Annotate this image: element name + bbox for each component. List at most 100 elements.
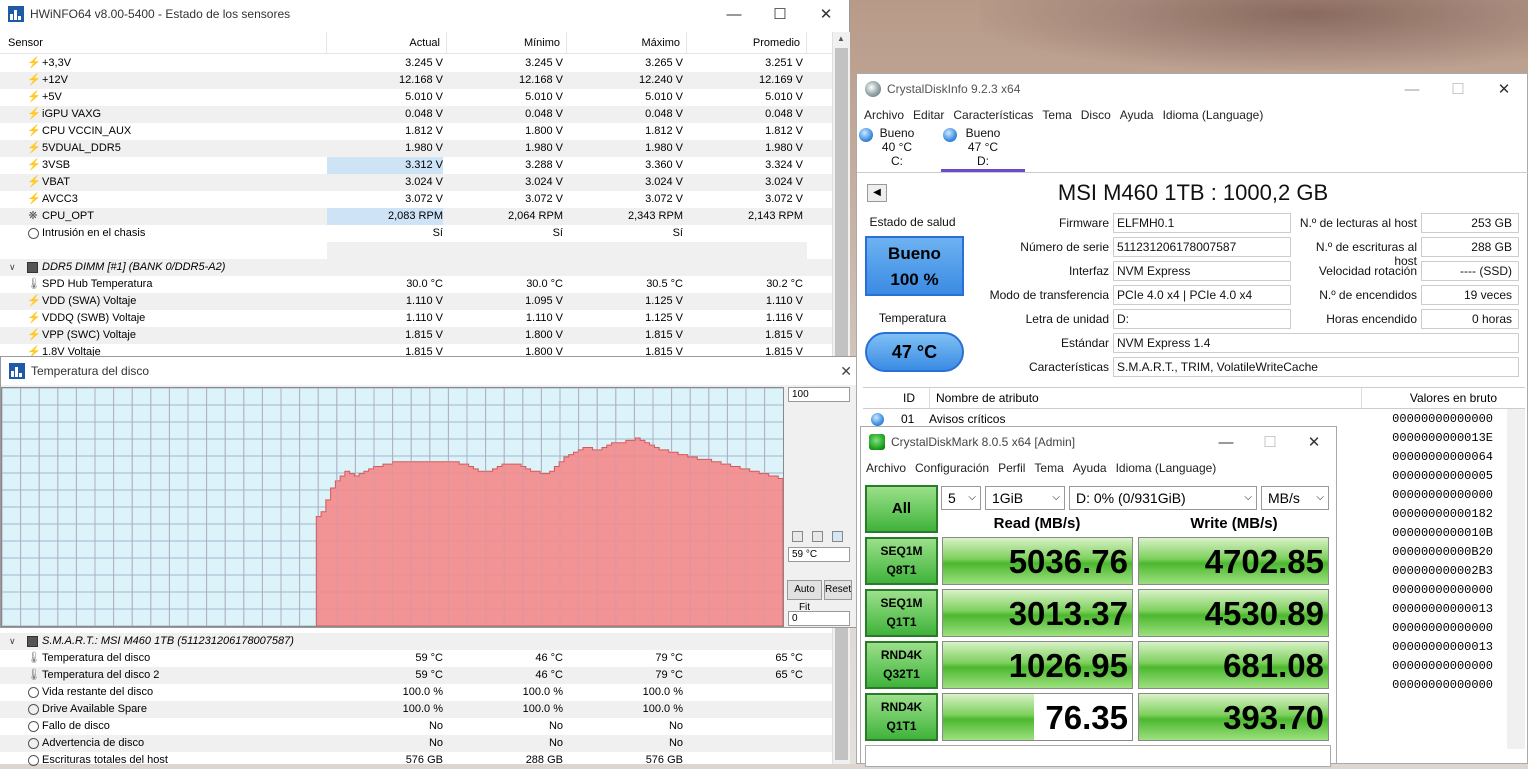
- minimize-button[interactable]: —: [1204, 428, 1248, 456]
- attr-scrollbar[interactable]: [1507, 409, 1525, 749]
- health-dot-icon: [871, 413, 884, 426]
- sensor-row[interactable]: 🌡 Temperatura del disco 59 °C 46 °C 79 °C 65 …: [0, 650, 832, 667]
- sensor-row[interactable]: Intrusión en el chasis Sí Sí Sí: [0, 225, 832, 242]
- graph-min-field[interactable]: 0: [788, 611, 850, 626]
- test-queue: Q1T1: [886, 719, 917, 733]
- group-row-smart[interactable]: ∨ S.M.A.R.T.: MSI M460 1TB (511231206178…: [0, 633, 832, 650]
- test-size-select[interactable]: 1GiB ⌵: [985, 486, 1065, 510]
- menu-item[interactable]: Tema: [1042, 108, 1071, 122]
- sensor-row[interactable]: ⚡ VDD (SWA) Voltaje 1.110 V 1.095 V 1.125 V 1…: [0, 293, 832, 310]
- maximize-button[interactable]: ☐: [1435, 75, 1481, 103]
- column-header-max[interactable]: Máximo: [567, 32, 687, 54]
- sensor-name: VBAT: [42, 176, 70, 188]
- sensor-row[interactable]: ⚡ 3VSB 3.312 V 3.288 V 3.360 V 3.324 V: [0, 157, 832, 174]
- column-header-current[interactable]: Actual: [327, 32, 447, 54]
- sensor-row[interactable]: ⚡ +3,3V 3.245 V 3.245 V 3.265 V 3.251 V: [0, 55, 832, 72]
- cdm-titlebar[interactable]: CrystalDiskMark 8.0.5 x64 [Admin] — ☐ ✕: [861, 427, 1336, 457]
- chevron-down-icon: ⌵: [968, 492, 976, 503]
- drive-tab-d[interactable]: Bueno 47 °C D:: [941, 126, 1025, 172]
- close-button[interactable]: ✕: [1292, 428, 1336, 456]
- unit-select[interactable]: MB/s ⌵: [1261, 486, 1329, 510]
- group-row-ddr5[interactable]: ∨ DDR5 DIMM [#1] (BANK 0/DDR5-A2): [0, 259, 832, 276]
- graph-max-field[interactable]: 100: [788, 387, 850, 402]
- temperature-badge: 47 °C: [865, 332, 964, 372]
- sensor-row[interactable]: ⚡ VBAT 3.024 V 3.024 V 3.024 V 3.024 V: [0, 174, 832, 191]
- test-button[interactable]: RND4K Q32T1: [865, 641, 938, 689]
- column-header-avg[interactable]: Promedio: [687, 32, 807, 54]
- sensor-row[interactable]: ❋ CPU_OPT 2,083 RPM 2,064 RPM 2,343 RPM 2,143…: [0, 208, 832, 225]
- close-icon[interactable]: ✕: [840, 363, 852, 380]
- read-value: 1026.95: [1008, 647, 1128, 684]
- menu-item[interactable]: Archivo: [864, 108, 904, 122]
- sensor-row[interactable]: Fallo de disco No No No: [0, 718, 832, 735]
- minimize-button[interactable]: —: [1389, 75, 1435, 103]
- menu-item[interactable]: Ayuda: [1120, 108, 1154, 122]
- info-value: 253 GB: [1421, 213, 1519, 233]
- sensor-avg: 3.251 V: [765, 57, 803, 69]
- column-header-min[interactable]: Mínimo: [447, 32, 567, 54]
- column-header-sensor[interactable]: Sensor: [0, 32, 327, 54]
- chevron-down-icon[interactable]: ∨: [9, 259, 16, 276]
- test-button[interactable]: SEQ1M Q8T1: [865, 537, 938, 585]
- sensor-row[interactable]: 🌡 SPD Hub Temperatura 30.0 °C 30.0 °C 30.5 °…: [0, 276, 832, 293]
- sensor-row[interactable]: ⚡ CPU VCCIN_AUX 1.812 V 1.800 V 1.812 V 1.812…: [0, 123, 832, 140]
- sensor-row[interactable]: ⚡ VPP (SWC) Voltaje 1.815 V 1.800 V 1.815 V 1…: [0, 327, 832, 344]
- menu-item[interactable]: Tema: [1034, 461, 1063, 475]
- sensor-current: 2,083 RPM: [327, 208, 443, 225]
- test-button[interactable]: RND4K Q1T1: [865, 693, 938, 741]
- close-button[interactable]: ✕: [803, 0, 849, 28]
- graph-option-checkbox-3[interactable]: [832, 531, 843, 542]
- sensor-row[interactable]: Vida restante del disco 100.0 % 100.0 % 100…: [0, 684, 832, 701]
- menu-item[interactable]: Archivo: [866, 461, 906, 475]
- hwinfo-titlebar[interactable]: HWiNFO64 v8.00-5400 - Estado de los sens…: [0, 0, 849, 28]
- maximize-button[interactable]: ☐: [1248, 428, 1292, 456]
- sensor-max: 3.360 V: [645, 159, 683, 171]
- graph-option-checkbox-1[interactable]: [792, 531, 803, 542]
- menu-item[interactable]: Configuración: [915, 461, 989, 475]
- test-button[interactable]: SEQ1M Q1T1: [865, 589, 938, 637]
- sensor-row[interactable]: Drive Available Spare 100.0 % 100.0 % 100.0…: [0, 701, 832, 718]
- chevron-down-icon[interactable]: ∨: [9, 633, 16, 650]
- graph-option-checkbox-2[interactable]: [812, 531, 823, 542]
- menu-item[interactable]: Perfil: [998, 461, 1025, 475]
- attr-col-id[interactable]: ID: [903, 388, 915, 408]
- menu-item[interactable]: Editar: [913, 108, 944, 122]
- sensor-name: +12V: [42, 74, 68, 86]
- sensor-name: CPU VCCIN_AUX: [42, 125, 132, 137]
- scroll-up-icon[interactable]: ▲: [837, 34, 845, 43]
- sensor-row[interactable]: ⚡ AVCC3 3.072 V 3.072 V 3.072 V 3.072 V: [0, 191, 832, 208]
- voltage-icon: ⚡: [27, 108, 41, 120]
- graph-side-panel: 100 59 °C Auto Fit Reset 0: [785, 387, 861, 627]
- run-all-button[interactable]: All: [865, 485, 938, 533]
- drive-tab-c[interactable]: Bueno 40 °C C:: [857, 126, 937, 172]
- attr-col-name[interactable]: Nombre de atributo: [929, 388, 1039, 408]
- sensor-row[interactable]: 🌡 Temperatura del disco 2 59 °C 46 °C 79 °C 6…: [0, 667, 832, 684]
- info-value: 511231206178007587: [1113, 237, 1291, 257]
- sensor-row[interactable]: ⚡ +12V 12.168 V 12.168 V 12.240 V 12.169 V: [0, 72, 832, 89]
- menu-item[interactable]: Idioma (Language): [1163, 108, 1264, 122]
- graph-titlebar[interactable]: Temperatura del disco ✕: [1, 357, 860, 385]
- drive-select[interactable]: D: 0% (0/931GiB) ⌵: [1069, 486, 1257, 510]
- maximize-button[interactable]: ☐: [757, 0, 803, 28]
- menu-item[interactable]: Características: [953, 108, 1033, 122]
- menu-item[interactable]: Ayuda: [1073, 461, 1107, 475]
- sensor-row[interactable]: ⚡ +5V 5.010 V 5.010 V 5.010 V 5.010 V: [0, 89, 832, 106]
- sensor-row[interactable]: ⚡ VDDQ (SWB) Voltaje 1.110 V 1.110 V 1.125 V…: [0, 310, 832, 327]
- sensor-row[interactable]: Advertencia de disco No No No: [0, 735, 832, 752]
- reset-button[interactable]: Reset: [824, 580, 852, 600]
- cdi-titlebar[interactable]: CrystalDiskInfo 9.2.3 x64 — ☐ ✕: [857, 74, 1527, 104]
- close-button[interactable]: ✕: [1481, 75, 1527, 103]
- menu-item[interactable]: Disco: [1081, 108, 1111, 122]
- attr-raw: 00000000000000: [1392, 621, 1493, 635]
- test-count-select[interactable]: 5 ⌵: [941, 486, 981, 510]
- minimize-button[interactable]: —: [711, 0, 757, 28]
- memory-chip-icon: [27, 262, 38, 273]
- auto-fit-button[interactable]: Auto Fit: [787, 580, 822, 613]
- menu-item[interactable]: Idioma (Language): [1116, 461, 1217, 475]
- attr-col-raw[interactable]: Valores en bruto: [1361, 388, 1497, 408]
- sensor-name: Temperatura del disco: [42, 652, 151, 664]
- sensor-row[interactable]: ⚡ iGPU VAXG 0.048 V 0.048 V 0.048 V 0.048 V: [0, 106, 832, 123]
- attr-raw: 00000000000013: [1392, 602, 1493, 616]
- sensor-row[interactable]: Escrituras totales del host 576 GB 288 GB 5…: [0, 752, 832, 769]
- sensor-row[interactable]: ⚡ 5VDUAL_DDR5 1.980 V 1.980 V 1.980 V 1.980 V: [0, 140, 832, 157]
